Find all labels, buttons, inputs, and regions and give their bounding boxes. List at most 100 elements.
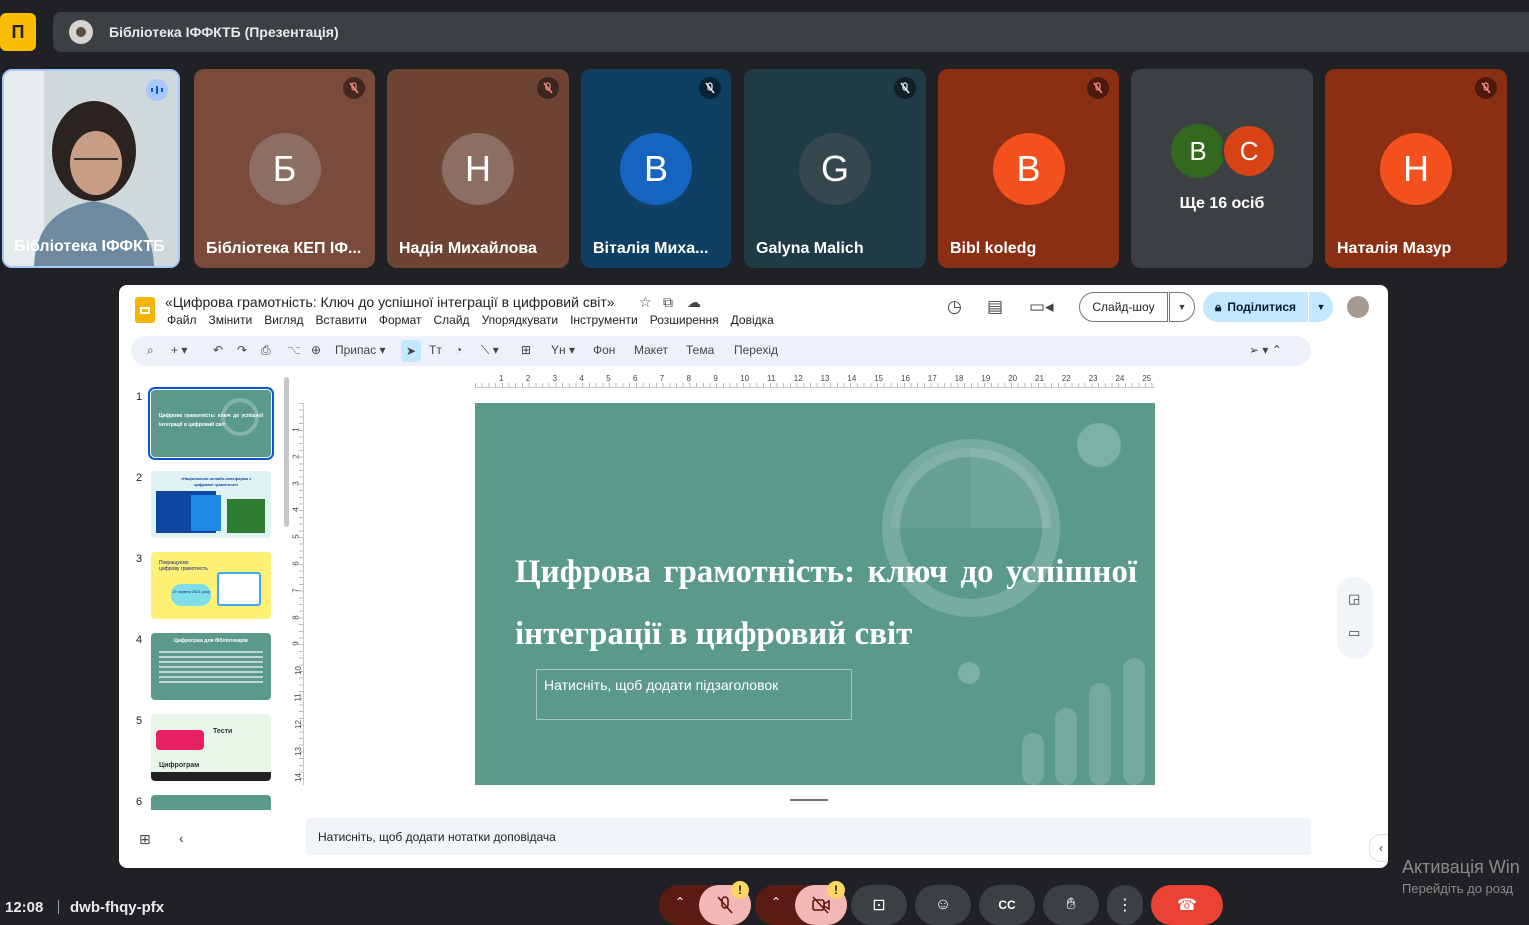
ruler-tick-label: 12 [793,374,803,383]
shared-screen-slides[interactable]: «Цифрова грамотність: Ключ до успішної і… [119,285,1388,868]
menu-slide[interactable]: Слайд [434,313,470,327]
layout-button[interactable]: Макет [634,343,668,357]
notes-resize-handle[interactable] [790,799,828,801]
share-dropdown[interactable]: ▼ [1309,292,1333,322]
reactions-button[interactable]: ☺ [915,885,971,925]
thumbnail-text: Цифрограм для бібліотекарів [174,638,248,644]
comments-icon[interactable]: ▤ [987,297,1003,317]
meet-logo[interactable]: П [0,13,36,51]
slide-thumbnail-5[interactable]: Тести Цифрограм [151,714,271,781]
more-options-button[interactable]: ⋮ [1107,885,1143,925]
new-slide-icon[interactable]: + ▾ [171,343,187,357]
thumbnail-text: Тести [213,728,233,735]
menu-tools[interactable]: Інструменти [570,313,638,327]
menu-edit[interactable]: Змінити [209,313,253,327]
ruler-tick-label: 2 [525,374,531,383]
slide-number: 2 [136,472,143,484]
theme-button[interactable]: Тема [686,343,714,357]
collapse-filmstrip-icon[interactable]: ‹ [179,830,184,846]
pointer-mode-icon[interactable]: ➢ ▾ ⌃ [1249,343,1282,357]
zoom-icon[interactable]: ⊕ [311,343,321,357]
ruler-tick-label: 13 [293,746,303,756]
account-avatar[interactable] [1347,296,1369,318]
participant-name: Galyna Malich [756,240,864,257]
version-history-icon[interactable]: ◷ [947,297,962,317]
presenter-avatar [69,20,93,44]
participant-tile-self[interactable]: Бібліотека ІФФКТБ [2,69,180,268]
participant-tile[interactable]: G Galyna Malich [744,69,926,268]
ruler-tick-label: 23 [1088,374,1098,383]
slides-logo-icon[interactable] [135,297,155,323]
captions-button[interactable]: CC [979,885,1035,925]
raise-hand-button[interactable]: ✋︎ [1043,885,1099,925]
redo-icon[interactable]: ↷ [237,343,247,357]
expand-side-panel-icon[interactable]: ‹ [1369,834,1388,862]
ruler-tick-label: 10 [293,666,303,676]
undo-icon[interactable]: ↶ [213,343,223,357]
leave-call-button[interactable]: ☎︎ [1151,885,1223,925]
menu-view[interactable]: Вигляд [264,313,303,327]
text-format-icon[interactable]: Yн ▾ [551,343,575,357]
filmstrip-scrollbar[interactable] [284,377,289,527]
camera-options-chevron-icon[interactable]: ⌃ [771,895,781,909]
print-icon[interactable]: ⎙ [261,343,271,358]
participant-tile[interactable]: Н Надія Михайлова [387,69,569,268]
camera-warning-badge: ! [827,881,845,899]
participant-tile[interactable]: В Bibl koledg [938,69,1119,268]
slide-thumbnail-2[interactable]: «Національна онлайн-платформа з цифрової… [151,471,271,538]
comment-add-icon[interactable]: ⊞ [521,343,531,357]
grid-view-icon[interactable]: ⊞ [139,831,151,848]
menu-arrange[interactable]: Упорядкувати [482,313,559,327]
menu-insert[interactable]: Вставити [316,313,367,327]
line-icon[interactable]: ⟍ ▾ [481,343,499,358]
slideshow-button[interactable]: Слайд-шоу [1079,292,1168,322]
slide-number: 5 [136,715,143,727]
slideshow-dropdown[interactable]: ▼ [1169,292,1195,322]
cloud-status-icon[interactable]: ☁ [687,294,701,311]
camera-icon[interactable]: ▭◂ [1029,297,1054,317]
ruler-tick-label: 14 [847,374,857,383]
participant-name: Бібліотека КЕП ІФ... [206,240,362,257]
more-participants-label: Ще 16 осіб [1179,195,1265,212]
clock: 12:08 [5,899,44,916]
subtitle-placeholder[interactable]: Натисніть, щоб додати підзаголовок [536,669,852,720]
menu-help[interactable]: Довідка [731,313,774,327]
ruler-tick-label: 18 [954,374,964,383]
menu-extensions[interactable]: Розширення [650,313,719,327]
transition-button[interactable]: Перехід [734,343,778,357]
more-participants-tile[interactable]: В С Ще 16 осіб [1131,69,1313,268]
participant-tile[interactable]: В Віталія Миха... [581,69,731,268]
participant-name: Наталія Мазур [1337,240,1452,257]
share-button[interactable]: 🔒︎ Поділитися [1203,292,1308,322]
select-tool-icon[interactable]: ➤ [401,340,421,362]
slide-thumbnail-4[interactable]: Цифрограм для бібліотекарів [151,633,271,700]
zoom-fit-dropdown[interactable]: Припас ▾ [335,343,386,357]
shape-icon[interactable]: ◔ [455,343,462,357]
mic-off-icon [1087,77,1109,99]
text-box-icon[interactable]: Tт [429,343,442,357]
mic-options-chevron-icon[interactable]: ⌃ [675,895,685,909]
search-menus-icon[interactable]: ⌕ [147,343,154,358]
folder-icon[interactable]: ▭ [1348,625,1360,641]
paint-format-icon[interactable]: ⌥ [287,343,301,357]
ruler-tick-label: 5 [606,374,611,383]
slide-canvas[interactable]: Цифрова грамотність: ключ до успішної ін… [475,403,1155,785]
background-button[interactable]: Фон [593,343,615,357]
menu-file[interactable]: Файл [167,313,197,327]
slide-thumbnail-1[interactable]: Цифрова грамотність: ключ до успішної ін… [148,387,274,460]
menu-format[interactable]: Формат [379,313,422,327]
star-icon[interactable]: ☆ [639,294,652,311]
move-folder-icon[interactable]: ⧉ [663,294,673,311]
participant-tile[interactable]: Б Бібліотека КЕП ІФ... [194,69,375,268]
present-screen-button[interactable]: ⊡ [851,885,907,925]
participant-tile[interactable]: Н Наталія Мазур [1325,69,1507,268]
speaker-notes[interactable]: Натисніть, щоб додати нотатки доповідача [306,818,1311,855]
slide-thumbnail-3[interactable]: Покращуємо цифрову грамотність 19 червня… [151,552,271,619]
share-label: Поділитися [1227,300,1297,314]
ruler-tick-label: 21 [1035,374,1044,383]
slide-title[interactable]: Цифрова грамотність: ключ до успішної ін… [515,541,1137,665]
participant-avatar: Н [1380,133,1452,205]
slide-thumbnail-6[interactable] [151,795,271,810]
keep-notes-icon[interactable]: ◲ [1348,591,1360,607]
document-title[interactable]: «Цифрова грамотність: Ключ до успішної і… [165,294,615,310]
